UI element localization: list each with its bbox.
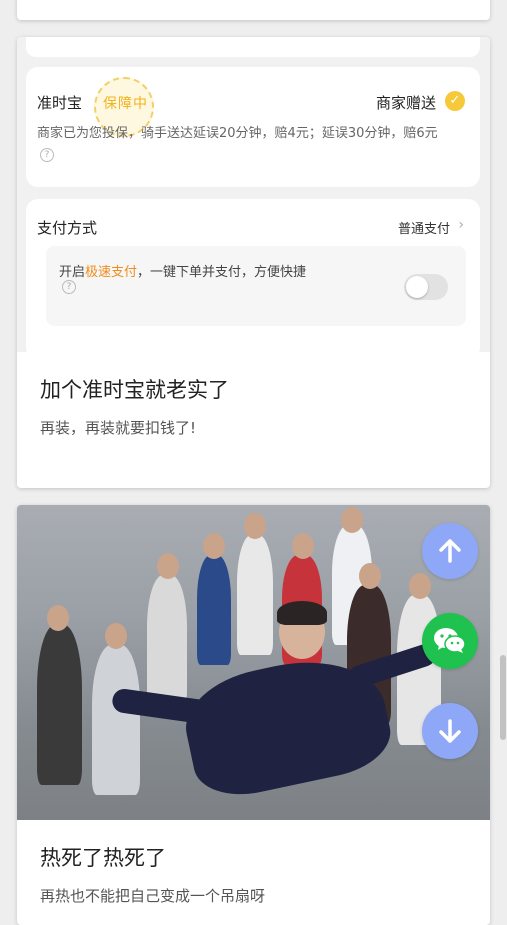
- crowd-head: [359, 563, 381, 589]
- help-icon: ?: [40, 147, 54, 162]
- insurance-gift-label: 商家赠送: [375, 94, 436, 112]
- jumper-hair: [277, 601, 327, 625]
- card-description: 再装，再装就要扣钱了!: [40, 419, 197, 437]
- crowd-figure: [147, 575, 187, 705]
- toggle-knob: [406, 276, 428, 298]
- payment-option-box: [46, 246, 466, 326]
- payment-title: 支付方式: [37, 219, 98, 237]
- card-title: 加个准时宝就老实了: [40, 378, 229, 402]
- insurance-description: 商家已为您投保，骑手送达延误20分钟，赔4元；延误30分钟，赔6元?: [37, 123, 452, 165]
- scrollbar[interactable]: [500, 655, 506, 740]
- check-icon: ✓: [445, 91, 465, 111]
- arrow-up-icon: [439, 539, 461, 563]
- crowd-head: [47, 605, 69, 631]
- feed-card-previous[interactable]: [17, 0, 490, 20]
- screenshot-top-strip: [26, 37, 480, 57]
- crowd-figure: [237, 535, 273, 655]
- feed-card[interactable]: 准时宝 保障中 商家赠送 ✓ 商家已为您投保，骑手送达延误20分钟，赔4元；延误…: [17, 37, 490, 488]
- arrow-down-icon: [439, 719, 461, 743]
- feed-card[interactable]: 热死了热死了 再热也不能把自己变成一个吊扇呀: [17, 505, 490, 925]
- scroll-down-button[interactable]: [422, 703, 478, 759]
- payment-option-prefix: 开启: [59, 265, 86, 280]
- chevron-right-icon: ›: [458, 217, 464, 233]
- payment-option-suffix: ，一键下单并支付，方便快捷: [137, 265, 307, 280]
- crowd-figure: [92, 645, 140, 795]
- wechat-icon: [434, 628, 466, 653]
- post-screenshot: 准时宝 保障中 商家赠送 ✓ 商家已为您投保，骑手送达延误20分钟，赔4元；延误…: [17, 37, 490, 352]
- crowd-head: [292, 533, 314, 559]
- crowd-head: [409, 573, 431, 599]
- help-icon: ?: [62, 280, 76, 294]
- crowd-figure: [37, 625, 82, 785]
- card-description: 再热也不能把自己变成一个吊扇呀: [40, 887, 266, 905]
- crowd-head: [157, 553, 179, 579]
- fast-pay-toggle: [404, 274, 448, 300]
- wechat-share-button[interactable]: [422, 613, 478, 669]
- crowd-head: [105, 623, 127, 649]
- payment-option-highlight: 极速支付: [85, 265, 138, 280]
- crowd-head: [203, 533, 225, 559]
- crowd-figure: [197, 555, 231, 665]
- insurance-title: 准时宝: [37, 94, 83, 112]
- payment-option-text: 开启极速支付，一键下单并支付，方便快捷: [59, 261, 306, 280]
- card-title: 热死了热死了: [40, 846, 166, 870]
- scroll-up-button[interactable]: [422, 523, 478, 579]
- insurance-description-text: 商家已为您投保，骑手送达延误20分钟，赔4元；延误30分钟，赔6元: [37, 126, 438, 141]
- crowd-head: [244, 513, 266, 539]
- payment-method-value: 普通支付: [397, 222, 450, 237]
- insurance-stamp-text: 保障中: [103, 96, 148, 112]
- post-photo: [17, 505, 490, 820]
- crowd-head: [341, 507, 363, 533]
